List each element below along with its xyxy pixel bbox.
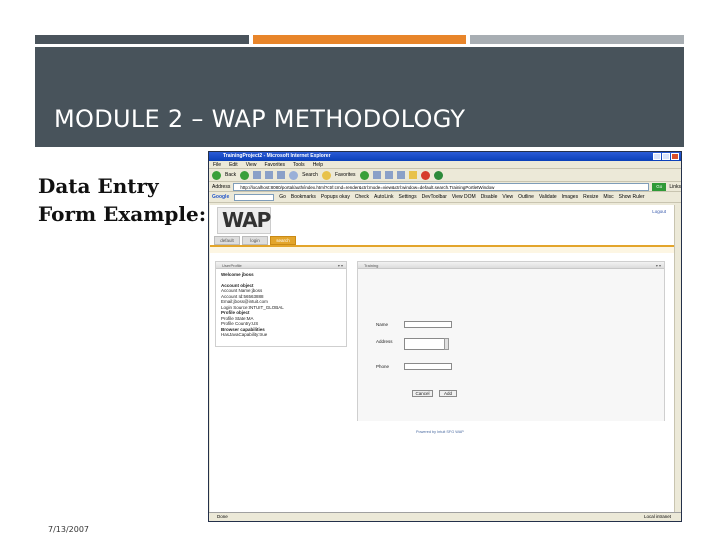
page-viewport: WAP Logout default login search UserProf…	[210, 205, 675, 513]
name-label: Name	[376, 322, 389, 327]
user-profile-portlet: UserProfile ▾ ▾ Welcome jboss Account ob…	[215, 261, 347, 347]
menu-bar: File Edit View Favorites Tools Help	[209, 161, 681, 169]
favorites-label[interactable]: Favorites	[335, 172, 356, 178]
check-button[interactable]: Check	[355, 194, 369, 200]
images-button[interactable]: Images	[562, 194, 578, 200]
menu-edit[interactable]: Edit	[229, 161, 238, 168]
go-button[interactable]: Go	[652, 182, 667, 191]
stop-icon[interactable]	[253, 171, 262, 179]
back-icon[interactable]	[212, 170, 221, 180]
minimize-icon[interactable]	[653, 153, 661, 160]
disable-button[interactable]: Disable	[481, 194, 498, 200]
forward-icon[interactable]	[240, 170, 250, 180]
menu-help[interactable]: Help	[313, 161, 323, 168]
address-input[interactable]: http://localhost:8080/portal/auth/index.…	[233, 182, 650, 191]
browser-title: TrainingProject2 - Microsoft Internet Ex…	[223, 153, 331, 159]
portlet-header: Training ▾ ▾	[358, 262, 664, 269]
refresh-icon[interactable]	[265, 171, 274, 179]
search-icon[interactable]	[289, 170, 299, 180]
browser-toolbar: Back Search Favorites	[209, 169, 681, 182]
portlet-title: UserProfile	[222, 263, 242, 268]
history-icon[interactable]	[372, 171, 381, 179]
name-input[interactable]	[404, 321, 452, 328]
address-label: Address	[212, 183, 231, 190]
logout-link[interactable]: Logout	[652, 209, 666, 214]
menu-file[interactable]: File	[213, 161, 221, 168]
bookmarks-button[interactable]: Bookmarks	[291, 194, 316, 200]
tools-icon[interactable]	[433, 170, 443, 180]
address-label: Address	[376, 339, 393, 344]
outline-button[interactable]: Outline	[518, 194, 534, 200]
menu-favorites[interactable]: Favorites	[264, 161, 285, 168]
favorites-icon[interactable]	[321, 170, 331, 180]
slide-title: MODULE 2 – WAP METHODOLOGY	[54, 105, 466, 133]
portal-tabs: default login search	[214, 236, 296, 245]
google-go[interactable]: Go	[279, 194, 286, 200]
tab-search[interactable]: search	[270, 236, 296, 245]
show-ruler-button[interactable]: Show Ruler	[619, 194, 645, 200]
entry-form: Name Address Phone Cancel Add	[358, 269, 664, 421]
view-button[interactable]: View	[502, 194, 513, 200]
maximize-icon[interactable]	[662, 153, 670, 160]
phone-input[interactable]	[404, 363, 452, 370]
wap-logo: WAP	[217, 207, 271, 234]
back-label[interactable]: Back	[225, 172, 236, 178]
portlet-menu-icon[interactable]: ▾ ▾	[338, 262, 343, 269]
google-search-input[interactable]	[234, 193, 275, 201]
close-icon[interactable]	[671, 153, 679, 160]
address-textarea[interactable]	[404, 338, 448, 350]
search-label[interactable]: Search	[302, 172, 318, 178]
links-label[interactable]: Links	[669, 184, 681, 190]
misc-button[interactable]: Misc	[603, 194, 613, 200]
print-icon[interactable]	[396, 171, 405, 179]
google-logo: Google	[212, 194, 230, 200]
slide-subtitle: Data Entry Form Example:	[38, 174, 207, 226]
add-button[interactable]: Add	[439, 390, 457, 397]
has-java: HasJavaCapability:true	[221, 332, 268, 337]
vertical-scrollbar[interactable]	[674, 205, 681, 513]
slide-date: 7/13/2007	[48, 525, 90, 534]
popups-button[interactable]: Popups okay	[321, 194, 350, 200]
folder-icon[interactable]	[408, 171, 417, 179]
address-bar: Address http://localhost:8080/portal/aut…	[209, 182, 681, 192]
content-strip	[210, 247, 675, 253]
messenger-icon[interactable]	[420, 170, 430, 180]
phone-label: Phone	[376, 364, 390, 369]
training-portlet: Training ▾ ▾ Name Address Phone Cancel A…	[357, 261, 665, 421]
portlet-title: Training	[364, 263, 379, 268]
devtoolbar-button[interactable]: DevToolbar	[422, 194, 447, 200]
textarea-scrollbar[interactable]	[444, 338, 449, 350]
home-icon[interactable]	[277, 171, 286, 179]
media-icon[interactable]	[359, 170, 369, 180]
security-zone: Local intranet	[643, 514, 671, 519]
portlet-header: UserProfile ▾ ▾	[216, 262, 346, 269]
tab-login[interactable]: login	[242, 236, 268, 245]
powered-by: Powered by Intuit SFG WAP	[416, 430, 464, 434]
status-text: Done	[217, 514, 228, 519]
browser-title-bar: TrainingProject2 - Microsoft Internet Ex…	[209, 152, 681, 161]
menu-view[interactable]: View	[246, 161, 257, 168]
tab-default[interactable]: default	[214, 236, 240, 245]
status-bar: Done Local intranet	[209, 512, 681, 521]
cancel-button[interactable]: Cancel	[412, 390, 433, 397]
validate-button[interactable]: Validate	[539, 194, 557, 200]
title-band: MODULE 2 – WAP METHODOLOGY	[35, 47, 684, 147]
mail-icon[interactable]	[384, 171, 393, 179]
menu-tools[interactable]: Tools	[293, 161, 305, 168]
google-toolbar: Google Go Bookmarks Popups okay Check Au…	[209, 192, 681, 203]
accent-bar-gray	[470, 35, 684, 44]
accent-bar-orange	[253, 35, 466, 44]
accent-bar-dark	[35, 35, 249, 44]
portlet-menu-icon[interactable]: ▾ ▾	[656, 262, 661, 269]
settings-button[interactable]: Settings	[399, 194, 417, 200]
autolink-button[interactable]: AutoLink	[374, 194, 393, 200]
resize-button[interactable]: Resize	[583, 194, 598, 200]
profile-details: Welcome jboss Account object Account Nam…	[216, 269, 346, 341]
window-controls	[653, 153, 679, 160]
view-dom-button[interactable]: View DOM	[452, 194, 476, 200]
browser-window: TrainingProject2 - Microsoft Internet Ex…	[208, 151, 682, 522]
